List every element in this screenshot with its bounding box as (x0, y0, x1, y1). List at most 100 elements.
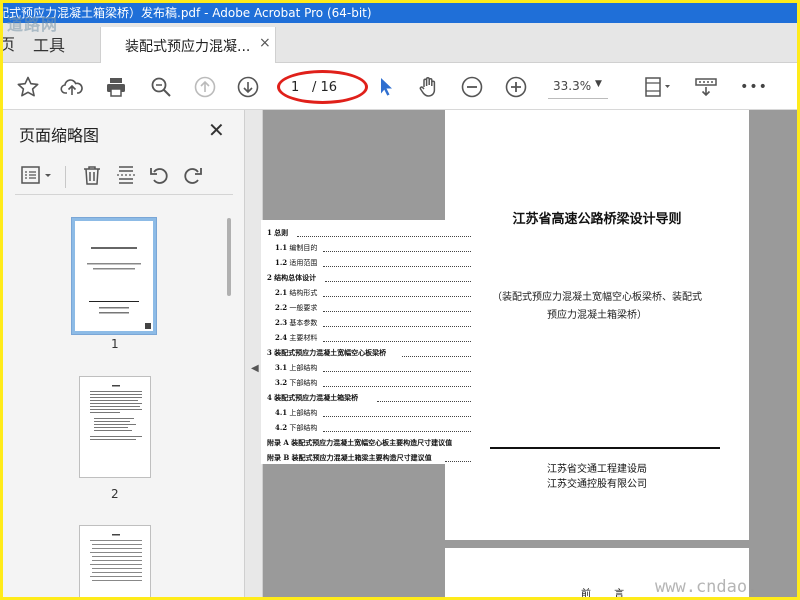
toc-entry[interactable]: 3.2 下部结构 (275, 378, 471, 388)
thumbnail-page-1[interactable] (71, 217, 157, 335)
toc-entry[interactable]: 附录 B 装配式预应力混凝土箱梁主要构造尺寸建议值 (267, 453, 471, 463)
tab-tools[interactable]: 工具 (33, 32, 65, 56)
toc-text: 装配式预应力混凝土宽幅空心板主要构造尺寸建议值 (291, 438, 453, 447)
toc-text: 总则 (274, 228, 289, 237)
toc-text: 结构总体设计 (274, 273, 317, 282)
document-scroll-area[interactable] (750, 110, 797, 597)
hand-icon[interactable] (415, 74, 441, 100)
panel-scrollbar[interactable] (227, 218, 231, 296)
toc-number: 2.3 (275, 318, 288, 327)
more-icon[interactable]: ••• (740, 74, 767, 100)
toc-entry[interactable]: 2.1 结构形式 (275, 288, 471, 298)
toc-text: 装配式预应力混凝土宽幅空心板梁桥 (274, 348, 387, 357)
toc-number: 1.2 (275, 258, 288, 267)
toc-text: 下部结构 (289, 379, 318, 387)
toc-entry[interactable]: 4.2 下部结构 (275, 423, 471, 433)
toc-number: 3 (267, 348, 272, 357)
thumbnail-page-3[interactable] (79, 525, 151, 597)
window-title: 配式预应力混凝土箱梁桥）发布稿.pdf - Adobe Acrobat Pro … (3, 6, 372, 20)
table-of-contents: 1 总则 1.1 编制目的 1.2 适用范围 2 结构总体设计 2.1 结构形式… (261, 220, 473, 464)
tab-document[interactable]: 装配式预应力混凝... × (100, 27, 276, 63)
toc-text: 装配式预应力混凝土箱梁主要构造尺寸建议值 (291, 453, 432, 462)
watermark-bottom-right: www.cndao. (655, 577, 758, 597)
panel-close-button[interactable]: ✕ (208, 118, 225, 142)
upload-icon[interactable] (59, 74, 85, 100)
document-subtitle-line2: 预应力混凝土箱梁桥） (547, 310, 647, 321)
toolbar: 1 / 16 33.3% ▼ ••• (3, 64, 797, 110)
toc-number: 4 (267, 393, 272, 402)
issuer-1: 江苏省交通工程建设局 (547, 464, 647, 475)
toc-text: 上部结构 (289, 409, 318, 417)
thumbnail-page-2[interactable] (79, 376, 151, 478)
extract-pages-icon[interactable] (114, 162, 138, 188)
toc-text: 装配式预应力混凝土箱梁桥 (274, 393, 359, 402)
toc-number: 2.4 (275, 333, 288, 342)
acrobat-window: 配式预应力混凝土箱梁桥）发布稿.pdf - Adobe Acrobat Pro … (3, 3, 797, 597)
toc-entry[interactable]: 4.1 上部结构 (275, 408, 471, 418)
toc-entry[interactable]: 2.4 主要材料 (275, 333, 471, 343)
panel-toolbar (15, 162, 233, 192)
toc-text: 主要材料 (289, 334, 318, 342)
toc-text: 基本参数 (289, 319, 318, 327)
toc-entry[interactable]: 1.2 适用范围 (275, 258, 471, 268)
toc-number: 1 (267, 228, 272, 237)
panel-title: 页面缩略图 (19, 126, 100, 145)
zoom-level-dropdown[interactable]: 33.3% ▼ (548, 79, 608, 99)
tab-row: 页 工具 装配式预应力混凝... × (3, 23, 797, 63)
toc-entry[interactable]: 附录 A 装配式预应力混凝土宽幅空心板主要构造尺寸建议值 (267, 438, 471, 448)
toc-number: 2.2 (275, 303, 288, 312)
tab-document-label: 装配式预应力混凝... (125, 39, 251, 55)
toc-entry[interactable]: 2.2 一般要求 (275, 303, 471, 313)
document-subtitle-line1: （装配式预应力混凝土宽幅空心板梁桥、装配式 (492, 292, 702, 303)
thumbnail-label: 2 (111, 487, 119, 501)
toc-number: 3.1 (275, 363, 288, 372)
document-title: 江苏省高速公路桥梁设计导则 (512, 212, 682, 227)
tab-close-button[interactable]: × (259, 35, 271, 51)
fit-page-icon[interactable] (639, 74, 675, 100)
toc-entry[interactable]: 2.3 基本参数 (275, 318, 471, 328)
toc-entry[interactable]: 3.1 上部结构 (275, 363, 471, 373)
toc-text: 上部结构 (289, 364, 318, 372)
title-bar: 配式预应力混凝土箱梁桥）发布稿.pdf - Adobe Acrobat Pro … (3, 3, 797, 23)
toc-entry[interactable]: 4 装配式预应力混凝土箱梁桥 (267, 393, 471, 403)
document-view: ◀ 江苏省高速公路桥梁设计导则 （装配式预应力混凝土宽幅空心板梁桥、装配式 预应… (245, 110, 797, 597)
star-icon[interactable] (15, 74, 41, 100)
toc-entry[interactable]: 1 总则 (267, 228, 471, 238)
page-down-icon[interactable] (235, 74, 261, 100)
toc-text: 下部结构 (289, 424, 318, 432)
search-zoom-icon[interactable] (148, 74, 174, 100)
toc-entry[interactable]: 2 结构总体设计 (267, 273, 471, 283)
trash-icon[interactable] (80, 162, 104, 188)
toc-number: 4.1 (275, 408, 288, 417)
options-menu-icon[interactable] (19, 162, 57, 188)
toc-number: 附录 B (267, 453, 290, 462)
read-mode-icon[interactable] (693, 74, 719, 100)
title-rule (490, 447, 720, 449)
zoom-in-icon[interactable] (503, 74, 529, 100)
toc-entry[interactable]: 3 装配式预应力混凝土宽幅空心板梁桥 (267, 348, 471, 358)
toc-number: 3.2 (275, 378, 288, 387)
zoom-out-icon[interactable] (459, 74, 485, 100)
toc-number: 1.1 (275, 243, 288, 252)
pdf-page-1: 江苏省高速公路桥梁设计导则 （装配式预应力混凝土宽幅空心板梁桥、装配式 预应力混… (445, 110, 749, 540)
toc-number: 4.2 (275, 423, 288, 432)
toc-text: 适用范围 (289, 259, 318, 267)
preface-heading: 前 言 (581, 589, 635, 597)
panel-divider (15, 194, 233, 195)
toc-entry[interactable]: 1.1 编制目的 (275, 243, 471, 253)
toolbar-separator (65, 166, 66, 188)
page-up-icon[interactable] (192, 74, 218, 100)
chevron-down-icon: ▼ (595, 79, 602, 89)
collapse-arrow-icon[interactable]: ◀ (251, 363, 259, 374)
rotate-left-icon[interactable] (147, 162, 171, 188)
toc-number: 2 (267, 273, 272, 282)
thumbnails-panel: 页面缩略图 ✕ 1 2 (3, 110, 245, 597)
highlight-ellipse (277, 70, 368, 104)
watermark-top-left: 道路网 (7, 15, 59, 34)
issuer-2: 江苏交通控股有限公司 (547, 479, 647, 490)
select-arrow-icon[interactable] (373, 74, 399, 100)
toc-text: 一般要求 (289, 304, 318, 312)
print-icon[interactable] (103, 74, 129, 100)
toc-text: 编制目的 (289, 244, 318, 252)
rotate-right-icon[interactable] (181, 162, 205, 188)
